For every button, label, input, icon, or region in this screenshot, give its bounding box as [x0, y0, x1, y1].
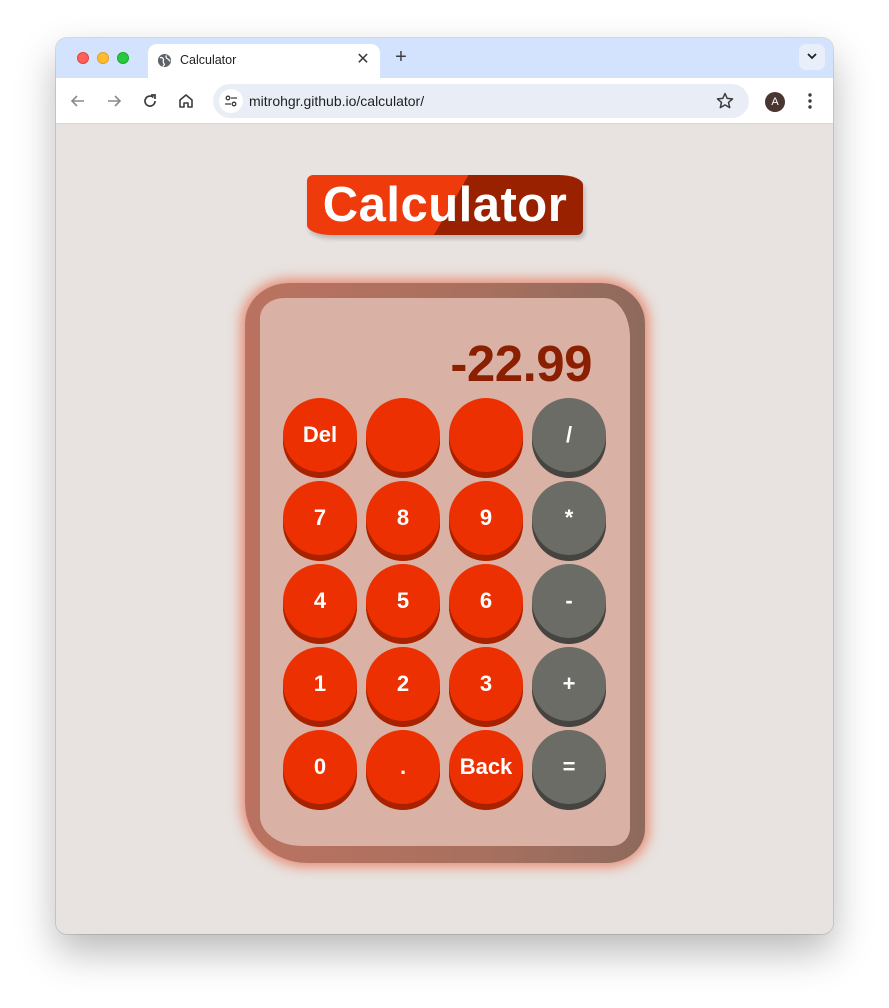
tab-search-button[interactable]: [799, 44, 825, 70]
tab-title: Calculator: [180, 53, 237, 67]
more-menu-icon[interactable]: [802, 90, 818, 112]
key-del-button[interactable]: Del: [283, 398, 357, 478]
back-arrow-icon[interactable]: [67, 90, 89, 112]
browser-toolbar: mitrohgr.github.io/calculator/ A: [56, 78, 833, 124]
browser-window: Calculator ✕ + mitrohgr.github.io/calcul…: [56, 38, 833, 934]
url-text[interactable]: mitrohgr.github.io/calculator/: [249, 93, 424, 109]
tune-icon: [225, 95, 237, 107]
key-blank-r0c1-button[interactable]: [366, 398, 440, 478]
key-6-button[interactable]: 6: [449, 564, 523, 644]
new-tab-button[interactable]: +: [390, 47, 412, 69]
profile-avatar[interactable]: A: [765, 92, 785, 112]
site-info-button[interactable]: [219, 89, 243, 113]
tab-strip: Calculator ✕ +: [56, 38, 833, 78]
key-7-button[interactable]: 7: [283, 481, 357, 561]
calculator-logo: Calculator: [307, 175, 583, 235]
key-2-button[interactable]: 2: [366, 647, 440, 727]
key-4-button[interactable]: 4: [283, 564, 357, 644]
home-icon[interactable]: [175, 90, 197, 112]
key-9-button[interactable]: 9: [449, 481, 523, 561]
logo-text: Calculator: [322, 178, 568, 232]
key-blank-r0c2-button[interactable]: [449, 398, 523, 478]
key-5-button[interactable]: 5: [366, 564, 440, 644]
key-divide-button[interactable]: /: [532, 398, 606, 478]
tab-close-icon[interactable]: ✕: [354, 51, 372, 69]
tab-calculator[interactable]: Calculator ✕: [148, 44, 380, 78]
close-window-button[interactable]: [77, 52, 89, 64]
keypad: Del / 7 8 9 * 4 5 6- 1 2 3 +0. Back =: [283, 398, 609, 818]
calculator-face: -22.99 Del / 7 8 9 * 4 5 6- 1 2 3 +0. Back =: [260, 298, 630, 846]
key-decimal-button[interactable]: .: [366, 730, 440, 810]
key-back-button[interactable]: Back: [449, 730, 523, 810]
key-1-button[interactable]: 1: [283, 647, 357, 727]
key-minus-button[interactable]: -: [532, 564, 606, 644]
key-plus-button[interactable]: +: [532, 647, 606, 727]
key-0-button[interactable]: 0: [283, 730, 357, 810]
maximize-window-button[interactable]: [117, 52, 129, 64]
key-3-button[interactable]: 3: [449, 647, 523, 727]
calculator-body: -22.99 Del / 7 8 9 * 4 5 6- 1 2 3 +0. Back =: [245, 283, 645, 863]
key-multiply-button[interactable]: *: [532, 481, 606, 561]
key-equals-button[interactable]: =: [532, 730, 606, 810]
address-bar[interactable]: mitrohgr.github.io/calculator/: [213, 84, 749, 118]
forward-arrow-icon[interactable]: [103, 90, 125, 112]
calculator-display: -22.99: [450, 335, 592, 392]
page-content: Calculator -22.99 Del / 7 8 9 * 4 5 6- 1 2 3 +0. Back…: [56, 125, 833, 934]
chevron-down-icon: [807, 53, 817, 60]
globe-icon: [157, 53, 172, 68]
minimize-window-button[interactable]: [97, 52, 109, 64]
key-8-button[interactable]: 8: [366, 481, 440, 561]
bookmark-star-icon[interactable]: [715, 91, 735, 111]
reload-icon[interactable]: [139, 90, 161, 112]
